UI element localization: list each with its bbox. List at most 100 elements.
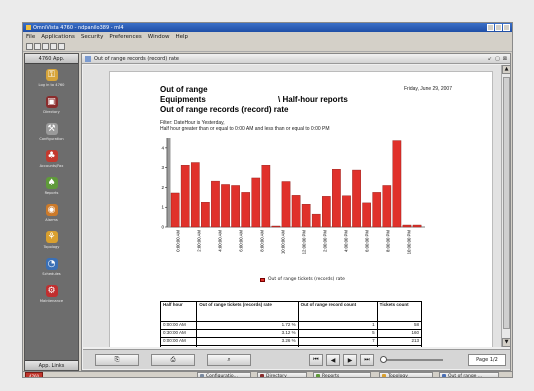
panel-footer[interactable]: App. Links — [25, 360, 78, 370]
panel-item-schedules[interactable]: ◔ Schedules — [25, 255, 78, 282]
copy-button[interactable]: ⎘ — [95, 354, 139, 366]
chart-bar — [170, 192, 180, 228]
task-icon — [260, 374, 264, 377]
task-icon — [382, 374, 386, 377]
x-tick-label: 6:00:00 AM — [238, 230, 243, 252]
report-window-titlebar: Out of range records (record) rate ↙ ▢ ⊠ — [82, 54, 510, 64]
toolbar-button-4[interactable] — [50, 43, 57, 50]
report-window-controls: ↙ ▢ ⊠ — [488, 56, 507, 62]
panel-item-label: Schedules — [42, 272, 61, 276]
table-row: 0:00:00 AM — [159, 345, 423, 347]
task-directory[interactable]: Directory — [257, 372, 307, 377]
table-cell: 0:00:00 AM — [159, 337, 198, 346]
chart-bar — [332, 169, 341, 228]
chart-bar — [362, 202, 371, 228]
report-title-1: Out of range — [160, 85, 208, 94]
toolbar-button-5[interactable] — [58, 43, 65, 50]
table-cell — [376, 345, 423, 347]
chart-bar — [291, 195, 301, 228]
minimize-icon[interactable]: ↙ — [488, 56, 492, 62]
table-header-cell: Out of range tickets (records) rate — [196, 301, 299, 322]
chart-bar — [180, 165, 190, 228]
vertical-scrollbar[interactable]: ▲ ▼ — [501, 65, 511, 347]
zoom-slider-track[interactable] — [383, 359, 443, 361]
report-title-3: Out of range records (record) rate — [160, 105, 289, 114]
restore-icon[interactable]: ▢ — [495, 56, 500, 62]
app-window: OmniVista 4760 - ndpanilo389 - ml4 File … — [22, 22, 513, 378]
chart-bar — [412, 224, 422, 228]
close-button[interactable] — [503, 24, 510, 31]
x-tick-label: 8:00:00 AM — [259, 230, 264, 252]
panel-item-configuration[interactable]: ⚒ Configuration — [25, 120, 78, 147]
prev-page-button[interactable]: ◀ — [326, 354, 340, 366]
panel-item-directory[interactable]: ▣ Directory — [25, 93, 78, 120]
next-page-icon: ▶ — [347, 356, 353, 364]
x-tick-label: 2:00:00 AM — [196, 230, 201, 252]
chart-bar — [321, 196, 331, 228]
chart-legend: Out of range tickets (records) rate — [260, 277, 345, 282]
x-tick-label: 8:00:00 PM — [385, 230, 390, 252]
scroll-up-arrow[interactable]: ▲ — [502, 65, 511, 74]
task-reports[interactable]: Reports — [313, 372, 371, 377]
maximize-button[interactable] — [495, 24, 502, 31]
taskbar: 4760 Configuratio... Directory Reports Topo… — [23, 371, 512, 378]
panel-item-maintenance[interactable]: ⚙ Maintenance — [25, 282, 78, 309]
minimize-button[interactable] — [487, 24, 494, 31]
menu-preferences[interactable]: Preferences — [109, 34, 141, 40]
panel-item-topology[interactable]: ⚘ Topology — [25, 228, 78, 255]
topology-icon: ⚘ — [45, 231, 58, 243]
chart-bar — [392, 140, 402, 228]
table-cell: 0:00:00 AM — [159, 345, 198, 347]
legend-swatch — [260, 277, 265, 282]
panel-item-label: Accounts/Fax — [39, 164, 64, 168]
menu-window[interactable]: Window — [148, 34, 170, 40]
toolbar-button-1[interactable] — [26, 43, 33, 50]
report-window-icon — [85, 55, 91, 62]
menu-help[interactable]: Help — [175, 34, 188, 40]
zoom-slider-handle[interactable] — [380, 356, 387, 363]
print-icon: ⎙ — [170, 356, 176, 363]
page-indicator: Page 1/2 — [468, 354, 506, 366]
scroll-down-arrow[interactable]: ▼ — [502, 338, 511, 347]
panel-item-reports[interactable]: ♠ Reports — [25, 174, 78, 201]
menu-bar: File Applications Security Preferences W… — [23, 32, 512, 42]
menu-security[interactable]: Security — [81, 34, 104, 40]
report-title-2: Equipments \ Half-hour reports — [160, 95, 348, 104]
report-date: Friday, June 29, 2007 — [404, 86, 452, 92]
task-out-of-range[interactable]: Out of range ... — [439, 372, 499, 377]
panel-item-log-in-to-4760[interactable]: ⚿ Log in to 4760 — [25, 66, 78, 93]
panel-item-alarms[interactable]: ◉ Alarms — [25, 201, 78, 228]
next-page-button[interactable]: ▶ — [343, 354, 357, 366]
close-icon[interactable]: ⊠ — [503, 56, 507, 62]
chart-bar — [402, 224, 412, 228]
last-page-button[interactable]: ⏭ — [360, 354, 374, 366]
panel-item-label: Directory — [43, 110, 60, 114]
print-button[interactable]: ⎙ — [151, 354, 195, 366]
main-toolbar — [23, 42, 512, 52]
toolbar-button-2[interactable] — [34, 43, 41, 50]
chart-bar — [271, 225, 281, 228]
copy-icon: ⎘ — [114, 356, 120, 363]
menu-applications[interactable]: Applications — [41, 34, 75, 40]
chart-bar — [311, 213, 321, 228]
search-button[interactable]: ⌕ — [207, 354, 251, 366]
table-cell: 1 — [297, 321, 378, 330]
window-controls — [487, 24, 510, 31]
y-tick-label: 3 — [161, 165, 164, 170]
menu-file[interactable]: File — [26, 34, 35, 40]
task-label: Configuratio... — [206, 373, 238, 378]
panel-item-accounts-fax[interactable]: ♣ Accounts/Fax — [25, 147, 78, 174]
panel-item-label: Alarms — [45, 218, 58, 222]
table-cell — [196, 345, 299, 347]
first-page-icon: ⏮ — [313, 356, 319, 363]
task-configuratio[interactable]: Configuratio... — [197, 372, 251, 378]
report-viewport[interactable]: Out of range Equipments \ Half-hour repo… — [83, 65, 501, 347]
table-cell: 58 — [376, 321, 423, 330]
x-tick-label: 4:00:00 PM — [343, 230, 348, 252]
toolbar-button-3[interactable] — [42, 43, 49, 50]
panel-header[interactable]: 4760 App. — [25, 54, 78, 64]
scroll-thumb[interactable] — [503, 77, 510, 329]
first-page-button[interactable]: ⏮ — [309, 354, 323, 366]
task-topology[interactable]: Topology — [379, 372, 433, 377]
app-logo[interactable]: 4760 — [25, 372, 43, 377]
